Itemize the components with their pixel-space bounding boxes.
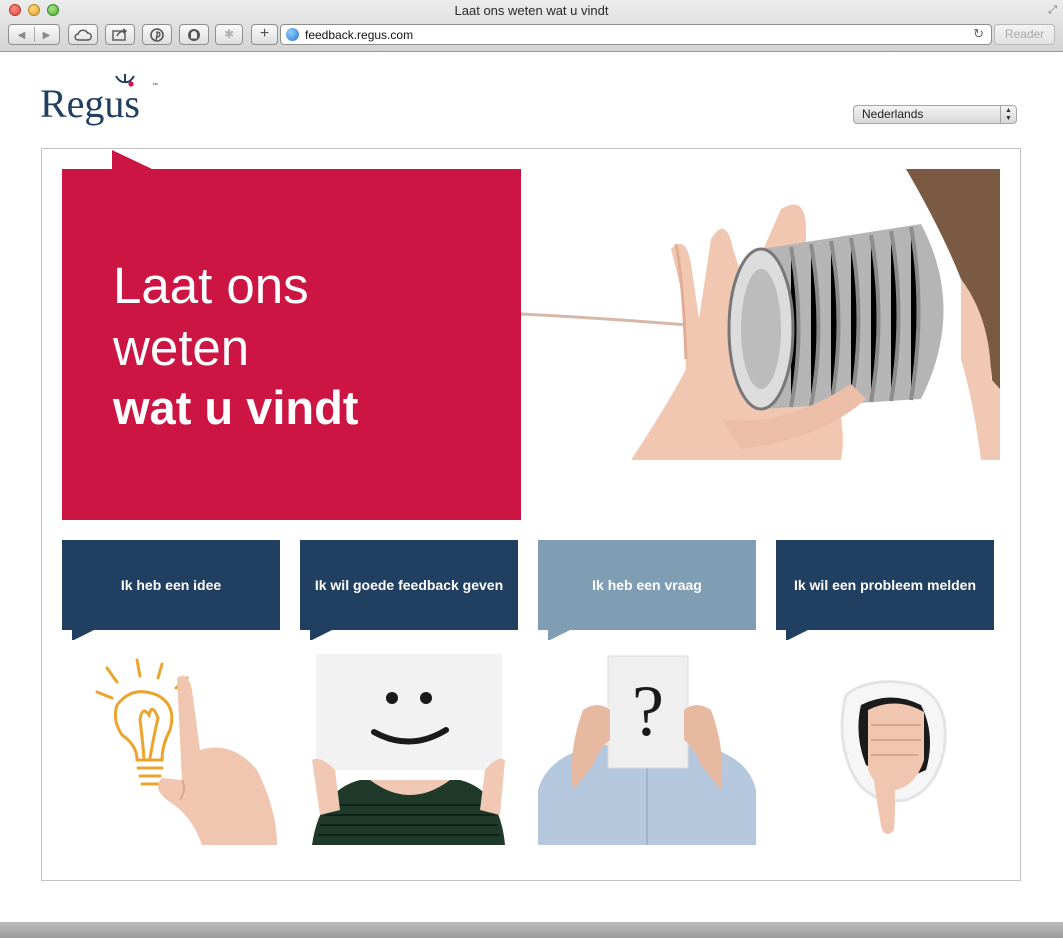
pinterest-icon [150,28,164,42]
hero-heading-line1: Laat ons [113,257,309,314]
back-forward-buttons: ◀ ▶ [8,24,60,45]
back-icon[interactable]: ◀ [9,26,34,45]
lightbulb-hand-photo[interactable] [62,640,280,845]
icloud-tabs-button[interactable] [68,24,98,45]
fullscreen-icon[interactable]: ⤢ [1048,4,1057,17]
forward-icon[interactable]: ▶ [34,26,59,45]
ghost-icon [188,29,200,41]
chevron-updown-icon: ▲ ▼ [1000,106,1016,123]
crown-icon [115,74,135,87]
url-text[interactable]: feedback.regus.com [305,28,413,42]
smiley-sign-photo[interactable] [300,640,518,845]
window-title: Laat ons weten wat u vindt [454,3,609,18]
svg-text:?: ? [632,671,664,751]
ghostery-button[interactable] [179,24,209,45]
hero-speech-tab [112,150,152,169]
globe-icon [286,28,299,41]
language-selected: Nederlands [862,107,924,121]
hero-heading-line2: weten [113,319,250,376]
extension-button[interactable]: ✱ [215,24,243,45]
trademark: ™ [152,83,158,89]
regus-logo[interactable]: Regus ™ [40,70,165,130]
pinterest-button[interactable] [142,24,172,45]
window-bottom-edge [0,922,1063,938]
card-report-problem-button[interactable]: Ik wil een probleem melden [776,540,994,630]
question-mark-sign-photo[interactable]: ? [538,640,756,845]
address-bar[interactable]: feedback.regus.com ↻ [280,24,992,45]
card-question-button[interactable]: Ik heb een vraag [538,540,756,630]
card-idea-button[interactable]: Ik heb een idee [62,540,280,630]
asterisk-icon: ✱ [223,27,235,41]
reader-button[interactable]: Reader [994,24,1055,45]
tin-can-phone-photo [521,169,1000,460]
reload-icon[interactable]: ↻ [973,26,984,42]
card-positive-feedback-button[interactable]: Ik wil goede feedback geven [300,540,518,630]
browser-toolbar: Laat ons weten wat u vindt ⤢ ◀ ▶ ✱ + feed… [0,0,1063,52]
cloud-icon [74,29,92,41]
new-tab-button[interactable]: + [251,24,278,45]
thumbs-down-photo[interactable] [776,640,994,845]
share-icon [112,28,128,41]
language-select[interactable]: Nederlands ▲ ▼ [853,105,1017,124]
hero-heading-line3: wat u vindt [113,381,359,434]
share-button[interactable] [105,24,135,45]
